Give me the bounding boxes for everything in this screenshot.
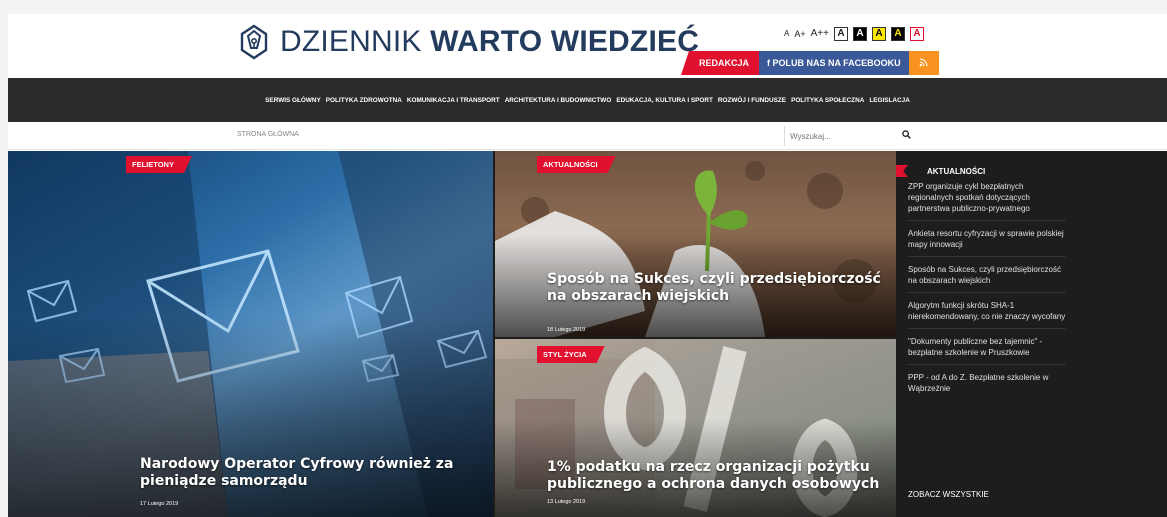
font-size-largest-button[interactable]: A++ <box>811 27 829 41</box>
sidebar-title: AKTUALNOŚCI <box>927 166 986 176</box>
sidebar-news-item[interactable]: Ankieta resortu cyfryzacji w sprawie pol… <box>908 228 1066 257</box>
nav-item-polityka-spoleczna[interactable]: POLITYKA SPOŁECZNA <box>791 97 864 104</box>
article-date: 13 Lutego 2019 <box>547 499 586 505</box>
breadcrumb-home[interactable]: STRONA GŁÓWNA <box>237 131 299 138</box>
nav-item-architektura-budownictwo[interactable]: ARCHITEKTURA I BUDOWNICTWO <box>505 97 612 104</box>
site-logo-text: DZIENNIK WARTO WIEDZIEĆ <box>280 25 699 59</box>
category-badge[interactable]: STYL ŻYCIA <box>537 346 605 363</box>
featured-article-large[interactable]: FELIETONY Narodowy Operator Cyfrowy równ… <box>8 151 493 517</box>
rss-icon <box>919 58 928 67</box>
article-headline[interactable]: 1% podatku na rzecz organizacji pożytku … <box>547 459 892 493</box>
search-icon[interactable] <box>902 130 911 139</box>
ribbon-flag-icon <box>896 165 908 177</box>
contrast-black-white-button[interactable]: A <box>852 27 867 41</box>
facebook-like-button[interactable]: f POLUB NAS NA FACEBOOKU <box>759 51 909 75</box>
category-badge[interactable]: AKTUALNOŚCI <box>537 156 616 173</box>
contrast-red-button[interactable]: A <box>909 27 924 41</box>
article-headline[interactable]: Narodowy Operator Cyfrowy również za pie… <box>140 456 480 490</box>
site-logo[interactable]: DZIENNIK WARTO WIEDZIEĆ <box>236 24 699 60</box>
article-date: 17 Lutego 2019 <box>140 501 179 507</box>
main-navigation: SERWIS GŁÓWNY POLITYKA ZDROWOTNA KOMUNIK… <box>8 78 1167 122</box>
nav-item-serwis-glowny[interactable]: SERWIS GŁÓWNY <box>265 97 321 104</box>
sidebar-news-item[interactable]: Algorytm funkcji skrótu SHA-1 nierekomen… <box>908 300 1066 329</box>
rss-button[interactable] <box>908 51 939 75</box>
see-all-link[interactable]: ZOBACZ WSZYSTKIE <box>908 490 989 499</box>
logo-text-light: DZIENNIK <box>280 25 431 58</box>
breadcrumb-search-bar: STRONA GŁÓWNA <box>8 122 1167 150</box>
font-size-normal-button[interactable]: A <box>784 27 789 41</box>
nav-item-komunikacja-transport[interactable]: KOMUNIKACJA I TRANSPORT <box>407 97 500 104</box>
category-badge[interactable]: FELIETONY <box>126 156 192 173</box>
featured-content: FELIETONY Narodowy Operator Cyfrowy równ… <box>8 151 1167 517</box>
contrast-yellow-black-button[interactable]: A <box>871 27 886 41</box>
article-date: 18 Lutego 2019 <box>547 327 586 333</box>
redakcja-button[interactable]: REDAKCJA <box>681 51 760 75</box>
nav-item-rozwoj-fundusze[interactable]: ROZWÓJ I FUNDUSZE <box>718 97 786 104</box>
sidebar-news-list: ZPP organizuje cykl bezpłatnych regional… <box>908 181 1066 407</box>
contrast-black-yellow-button[interactable]: A <box>890 27 905 41</box>
news-sidebar: AKTUALNOŚCI ZPP organizuje cykl bezpłatn… <box>896 151 1167 517</box>
search-box <box>784 126 914 146</box>
featured-article-bottom[interactable]: STYL ŻYCIA 1% podatku na rzecz organizac… <box>495 339 896 517</box>
font-size-larger-button[interactable]: A+ <box>794 27 805 41</box>
nav-item-edukacja-kultura-sport[interactable]: EDUKACJA, KULTURA I SPORT <box>616 97 713 104</box>
nav-item-legislacja[interactable]: LEGISLACJA <box>869 97 909 104</box>
sidebar-news-item[interactable]: "Dokumenty publiczne bez tajemnic" - bez… <box>908 336 1066 365</box>
logo-text-bold: WARTO WIEDZIEĆ <box>430 25 700 58</box>
featured-article-top[interactable]: AKTUALNOŚCI Sposób na Sukces, czyli prze… <box>495 151 896 337</box>
search-input[interactable] <box>790 128 890 144</box>
pen-nib-logo-icon <box>240 24 268 60</box>
sidebar-news-item[interactable]: Sposób na Sukces, czyli przedsiębiorczoś… <box>908 264 1066 293</box>
contrast-default-button[interactable]: A <box>833 27 848 41</box>
sidebar-news-item[interactable]: ZPP organizuje cykl bezpłatnych regional… <box>908 181 1066 221</box>
sidebar-header: AKTUALNOŚCI <box>896 165 985 177</box>
nav-item-polityka-zdrowotna[interactable]: POLITYKA ZDROWOTNA <box>326 97 402 104</box>
page-frame: DZIENNIK WARTO WIEDZIEĆ A A+ A++ A A A A… <box>8 14 1167 517</box>
sidebar-news-item[interactable]: PPP - od A do Z. Bezpłatne szkolenie w W… <box>908 372 1066 400</box>
header-buttons: REDAKCJA f POLUB NAS NA FACEBOOKU <box>681 51 939 75</box>
site-header: DZIENNIK WARTO WIEDZIEĆ A A+ A++ A A A A… <box>8 14 1167 78</box>
accessibility-controls: A A+ A++ A A A A A <box>784 27 924 41</box>
article-headline[interactable]: Sposób na Sukces, czyli przedsiębiorczoś… <box>547 271 892 305</box>
